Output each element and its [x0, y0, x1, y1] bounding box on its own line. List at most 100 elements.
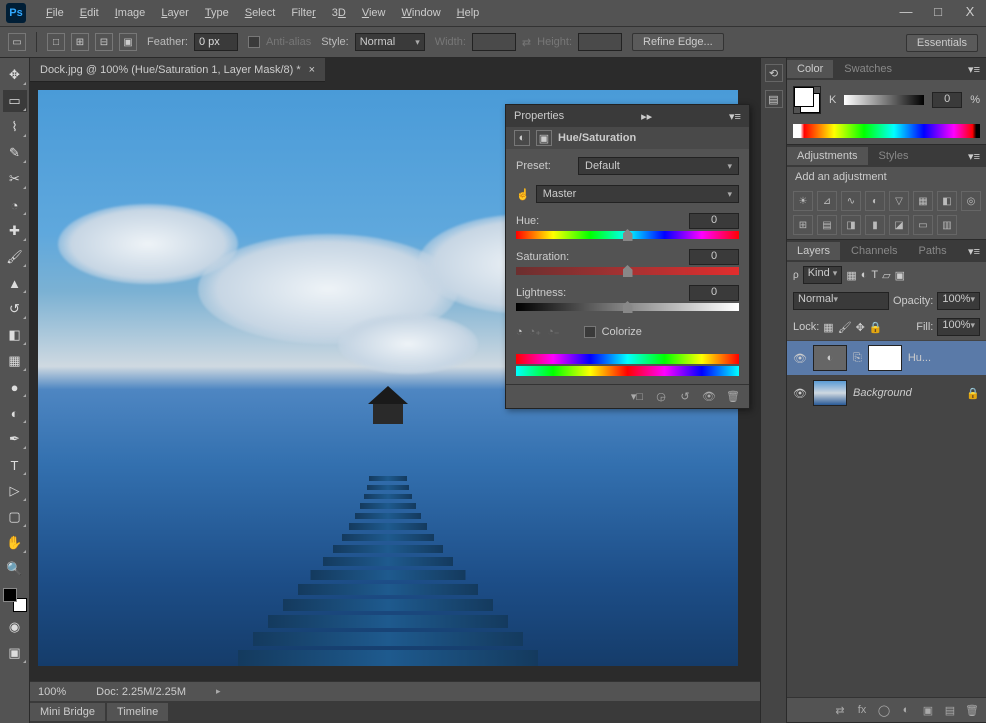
tool-brush[interactable]: 🖌	[3, 246, 27, 268]
group-icon[interactable]: ▣	[920, 702, 936, 718]
menu-type[interactable]: Type	[197, 3, 237, 23]
workspace-switcher[interactable]: Essentials	[906, 34, 978, 52]
menu-filter[interactable]: Filter	[283, 3, 323, 23]
marquee-tool-icon[interactable]: ▭	[8, 33, 26, 51]
link-layers-icon[interactable]: ⇄	[832, 702, 848, 718]
saturation-value[interactable]: 0	[689, 249, 739, 265]
tab-layers[interactable]: Layers	[787, 242, 840, 260]
adj-exposure-icon[interactable]: ◐	[865, 191, 885, 211]
tab-channels[interactable]: Channels	[841, 242, 907, 260]
reset-icon[interactable]: ↺	[677, 389, 693, 405]
tool-clone[interactable]: ▲	[3, 272, 27, 294]
tool-eyedropper[interactable]: ◔	[3, 194, 27, 216]
opacity-select[interactable]: 100%▾	[937, 292, 980, 310]
menu-image[interactable]: Image	[107, 3, 154, 23]
adj-icon[interactable]: ◐	[514, 130, 530, 146]
properties-menu-icon[interactable]: ▾≡	[729, 110, 741, 123]
status-menu-icon[interactable]: ▸	[216, 686, 221, 697]
selection-intersect-icon[interactable]: ▣	[119, 33, 137, 51]
tool-marquee[interactable]: ▭	[3, 90, 27, 112]
tab-color[interactable]: Color	[787, 60, 833, 78]
adj-hue-icon[interactable]: ▦	[913, 191, 933, 211]
adjustments-panel-menu-icon[interactable]: ▾≡	[962, 150, 986, 163]
selection-subtract-icon[interactable]: ⊟	[95, 33, 113, 51]
adj-threshold-icon[interactable]: ◪	[889, 215, 909, 235]
tool-quick-select[interactable]: ✎	[3, 142, 27, 164]
adj-brightness-icon[interactable]: ☀	[793, 191, 813, 211]
adj-color-lookup-icon[interactable]: ▤	[817, 215, 837, 235]
saturation-slider[interactable]	[516, 267, 739, 275]
eyedropper-plus-icon[interactable]: ◔₊	[529, 325, 541, 338]
adj-invert-icon[interactable]: ◨	[841, 215, 861, 235]
adj-gradient-map-icon[interactable]: ▭	[913, 215, 933, 235]
menu-file[interactable]: File	[38, 3, 72, 23]
tool-blur[interactable]: ●	[3, 376, 27, 398]
tool-pen[interactable]: ✒	[3, 428, 27, 450]
layer-name[interactable]: Background	[853, 387, 960, 399]
adj-channel-mixer-icon[interactable]: ⊞	[793, 215, 813, 235]
adj-photo-filter-icon[interactable]: ◎	[961, 191, 981, 211]
adj-posterize-icon[interactable]: ▮	[865, 215, 885, 235]
delete-adj-icon[interactable]: 🗑	[725, 389, 741, 405]
foreground-background-swatch[interactable]	[3, 588, 27, 612]
fx-icon[interactable]: fx	[854, 702, 870, 718]
tab-adjustments[interactable]: Adjustments	[787, 147, 868, 165]
tab-swatches[interactable]: Swatches	[834, 60, 902, 78]
k-value[interactable]: 0	[932, 92, 962, 108]
hue-range-bar-bottom[interactable]	[516, 366, 739, 376]
visibility-toggle[interactable]: 👁	[793, 386, 807, 400]
layer-mask-thumb[interactable]	[868, 345, 902, 371]
adj-bw-icon[interactable]: ◧	[937, 191, 957, 211]
menu-select[interactable]: Select	[237, 3, 284, 23]
zoom-level[interactable]: 100%	[38, 686, 66, 698]
tool-screenmode[interactable]: ▣	[3, 642, 27, 664]
targeted-adj-icon[interactable]: ☝	[516, 188, 530, 201]
adj-curves-icon[interactable]: ∿	[841, 191, 861, 211]
layer-filter-kind[interactable]: Kind ▾	[803, 266, 843, 284]
visibility-icon[interactable]: 👁	[701, 389, 717, 405]
menu-help[interactable]: Help	[449, 3, 488, 23]
antialias-checkbox[interactable]	[248, 36, 260, 48]
channel-select[interactable]: Master▾	[536, 185, 739, 203]
selection-new-icon[interactable]: □	[47, 33, 65, 51]
menu-view[interactable]: View	[354, 3, 394, 23]
tab-paths[interactable]: Paths	[909, 242, 957, 260]
tab-timeline[interactable]: Timeline	[107, 703, 168, 721]
layers-panel-menu-icon[interactable]: ▾≡	[962, 245, 986, 258]
adj-levels-icon[interactable]: ⊿	[817, 191, 837, 211]
hue-slider[interactable]	[516, 231, 739, 239]
tool-dodge[interactable]: ◐	[3, 402, 27, 424]
clip-icon[interactable]: ▾□	[629, 389, 645, 405]
feather-input[interactable]	[194, 33, 238, 51]
layer-row-background[interactable]: 👁 Background 🔒	[787, 375, 986, 410]
mask-view-icon[interactable]: ▣	[536, 130, 552, 146]
color-spectrum[interactable]	[793, 124, 980, 138]
maximize-button[interactable]: □	[926, 2, 950, 20]
lightness-slider[interactable]	[516, 303, 739, 311]
collapsed-history-icon[interactable]: ⟲	[765, 64, 783, 82]
link-icon[interactable]: ⎘	[853, 352, 862, 365]
tool-path-select[interactable]: ▷	[3, 480, 27, 502]
menu-window[interactable]: Window	[394, 3, 449, 23]
k-slider[interactable]	[844, 95, 924, 105]
colorize-checkbox[interactable]	[584, 326, 596, 338]
lightness-value[interactable]: 0	[689, 285, 739, 301]
tab-mini-bridge[interactable]: Mini Bridge	[30, 703, 105, 721]
minimize-button[interactable]: —	[894, 2, 918, 20]
fill-select[interactable]: 100%▾	[937, 318, 980, 336]
document-tab[interactable]: Dock.jpg @ 100% (Hue/Saturation 1, Layer…	[30, 58, 325, 82]
tool-hand[interactable]: ✋	[3, 532, 27, 554]
visibility-toggle[interactable]: 👁	[793, 351, 807, 365]
filter-pixel-icon[interactable]: ▦	[846, 269, 856, 282]
tool-quickmask[interactable]: ◉	[3, 616, 27, 638]
layer-name[interactable]: Hu...	[908, 352, 980, 364]
lock-pixels-icon[interactable]: 🖌	[838, 321, 852, 334]
selection-add-icon[interactable]: ⊞	[71, 33, 89, 51]
tool-history-brush[interactable]: ↺	[3, 298, 27, 320]
eyedropper-icon[interactable]: ◔	[516, 326, 523, 338]
lock-position-icon[interactable]: ✥	[856, 321, 865, 334]
lock-all-icon[interactable]: 🔒	[869, 321, 883, 334]
eyedropper-minus-icon[interactable]: ◔₋	[547, 325, 559, 338]
layer-thumb[interactable]	[813, 380, 847, 406]
doc-size[interactable]: Doc: 2.25M/2.25M	[96, 686, 186, 698]
